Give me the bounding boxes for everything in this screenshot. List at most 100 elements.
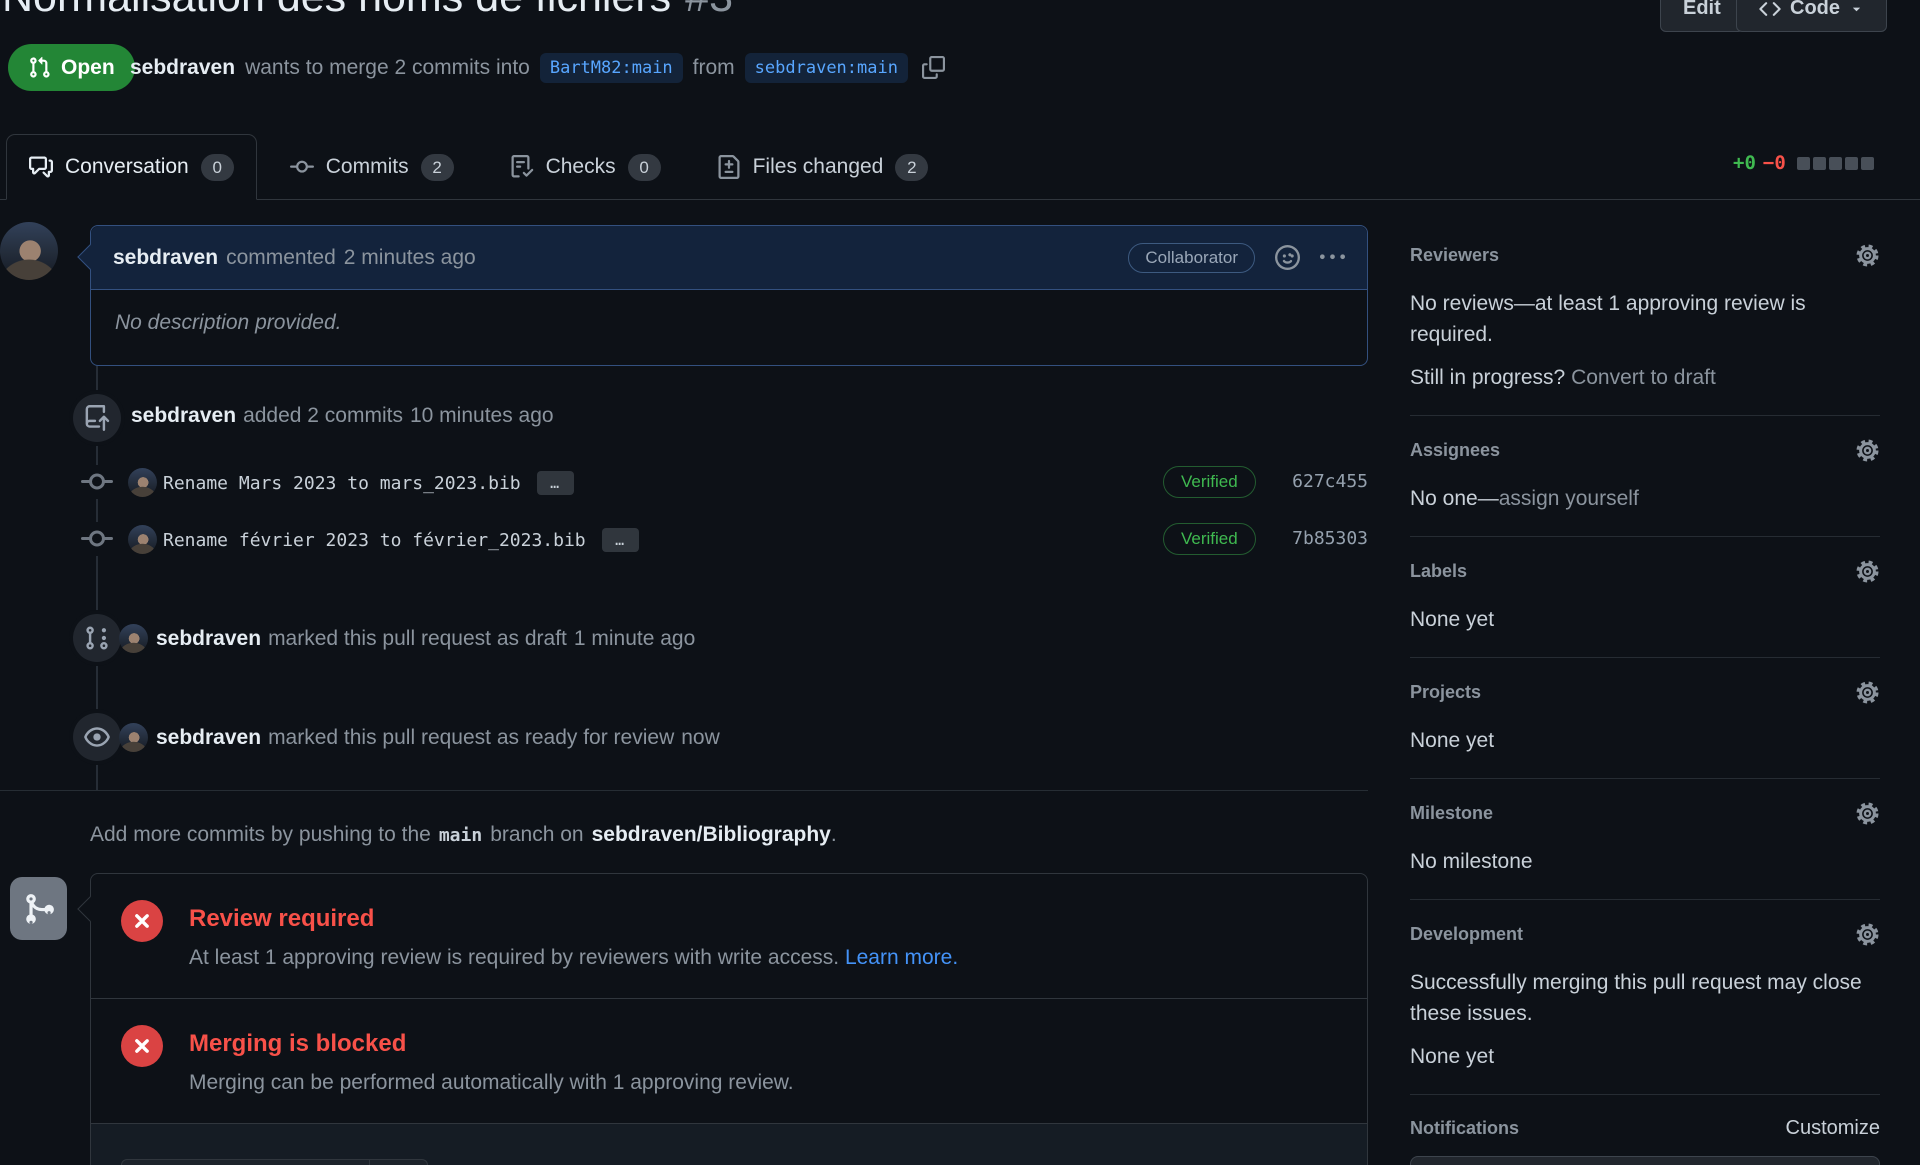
event-timestamp: 1 minute ago xyxy=(574,627,695,651)
commit-row: Rename février 2023 to février_2023.bib … xyxy=(163,528,639,552)
sidebar-section-milestone: Milestone No milestone xyxy=(1410,801,1880,900)
review-required-body: At least 1 approving review is required … xyxy=(189,946,958,970)
branch-code: main xyxy=(439,825,482,846)
commit-message-link[interactable]: Rename Mars 2023 to mars_2023.bib xyxy=(163,473,521,494)
pr-tabnav: Conversation 0 Commits 2 Checks 0 Files … xyxy=(0,134,1920,200)
pr-number: #3 xyxy=(685,0,733,21)
sidebar-section-notifications: Notifications Customize Unsubscribe xyxy=(1410,1117,1880,1165)
gear-icon[interactable] xyxy=(1855,922,1880,947)
commit-row: Rename Mars 2023 to mars_2023.bib … xyxy=(163,471,574,495)
edit-button[interactable]: Edit xyxy=(1660,0,1744,32)
pr-author-link[interactable]: sebdraven xyxy=(130,56,235,80)
pull-request-draft-icon xyxy=(73,614,121,662)
eye-icon xyxy=(73,713,121,761)
copy-icon[interactable] xyxy=(922,56,945,79)
page-title: Normalisation des noms de fichiers#3 xyxy=(2,0,733,22)
comment-body: No description provided. xyxy=(91,290,1367,356)
comment-header: sebdraven commented 2 minutes ago Collab… xyxy=(91,226,1367,290)
tab-commits[interactable]: Commits 2 xyxy=(267,134,477,200)
merge-pull-request-button[interactable]: Merge pull request xyxy=(121,1159,428,1165)
commit-sha-link[interactable]: 7b85303 xyxy=(1287,528,1368,549)
comment-timestamp[interactable]: 2 minutes ago xyxy=(344,246,476,270)
avatar[interactable] xyxy=(0,222,58,280)
tab-checks[interactable]: Checks 0 xyxy=(487,134,684,200)
code-button[interactable]: Code xyxy=(1736,0,1887,32)
diffstat-blocks xyxy=(1797,157,1874,170)
code-icon xyxy=(1759,0,1781,20)
gear-icon[interactable] xyxy=(1855,438,1880,463)
gear-icon[interactable] xyxy=(1855,243,1880,268)
merge-footer: Merge pull request You can also open thi… xyxy=(91,1123,1367,1165)
additions-count: +0 xyxy=(1733,152,1756,174)
commit-sha-link[interactable]: 627c455 xyxy=(1287,471,1368,492)
assign-yourself-link[interactable]: assign yourself xyxy=(1499,487,1639,510)
tab-conversation[interactable]: Conversation 0 xyxy=(6,134,257,200)
x-circle-icon xyxy=(121,1025,163,1067)
merging-blocked-title: Merging is blocked xyxy=(189,1030,794,1058)
timeline-event-ready: sebdraven marked this pull request as re… xyxy=(156,726,720,750)
status-badge: Open xyxy=(8,44,135,91)
customize-link[interactable]: Customize xyxy=(1786,1117,1880,1140)
learn-more-link[interactable]: Learn more. xyxy=(845,946,958,969)
collaborator-badge: Collaborator xyxy=(1128,243,1255,273)
kebab-menu-icon[interactable] xyxy=(1320,245,1345,270)
comment-author-link[interactable]: sebdraven xyxy=(113,246,218,270)
review-required-section: Review required At least 1 approving rev… xyxy=(91,874,1367,998)
checklist-icon xyxy=(510,155,534,179)
timeline-end-divider xyxy=(0,790,1368,791)
repo-link[interactable]: sebdraven/Bibliography xyxy=(592,823,831,847)
event-author-link[interactable]: sebdraven xyxy=(131,404,236,428)
commit-expand-button[interactable]: … xyxy=(602,528,639,552)
diffstat[interactable]: +0 −0 xyxy=(1733,152,1874,174)
sidebar-section-reviewers: Reviewers No reviews—at least 1 approvin… xyxy=(1410,243,1880,416)
push-note: Add more commits by pushing to the main … xyxy=(90,823,837,847)
sidebar-section-projects: Projects None yet xyxy=(1410,680,1880,779)
review-required-title: Review required xyxy=(189,905,958,933)
deletions-count: −0 xyxy=(1763,152,1786,174)
gear-icon[interactable] xyxy=(1855,801,1880,826)
merging-blocked-body: Merging can be performed automatically w… xyxy=(189,1071,794,1095)
merge-options-caret[interactable] xyxy=(369,1160,427,1165)
commit-expand-button[interactable]: … xyxy=(537,471,574,495)
event-avatar[interactable] xyxy=(119,723,148,752)
convert-to-draft-link[interactable]: Convert to draft xyxy=(1571,366,1716,389)
base-branch-label[interactable]: BartM82:main xyxy=(540,53,683,83)
git-commit-icon xyxy=(290,155,314,179)
repo-push-icon xyxy=(73,394,121,442)
pr-summary: sebdraven wants to merge 2 commits into … xyxy=(130,44,945,91)
git-merge-icon xyxy=(10,877,67,940)
sidebar-section-development: Development Successfully merging this pu… xyxy=(1410,922,1880,1095)
chevron-down-icon xyxy=(1849,1,1864,16)
sidebar: Reviewers No reviews—at least 1 approvin… xyxy=(1410,243,1880,1165)
commit-avatar[interactable] xyxy=(128,468,157,497)
pull-request-page: Normalisation des noms de fichiers#3 Edi… xyxy=(0,0,1920,1165)
x-circle-icon xyxy=(121,900,163,942)
event-author-link[interactable]: sebdraven xyxy=(156,726,261,750)
gear-icon[interactable] xyxy=(1855,559,1880,584)
commit-avatar[interactable] xyxy=(128,525,157,554)
tab-files-changed[interactable]: Files changed 2 xyxy=(694,134,952,200)
event-avatar[interactable] xyxy=(119,624,148,653)
event-timestamp: 10 minutes ago xyxy=(410,404,554,428)
git-commit-icon xyxy=(78,522,116,556)
unsubscribe-button[interactable]: Unsubscribe xyxy=(1410,1156,1880,1165)
gear-icon[interactable] xyxy=(1855,680,1880,705)
pr-description-comment: sebdraven commented 2 minutes ago Collab… xyxy=(90,225,1368,366)
tab-counter: 0 xyxy=(201,154,234,181)
event-author-link[interactable]: sebdraven xyxy=(156,627,261,651)
file-diff-icon xyxy=(717,155,741,179)
commit-message-link[interactable]: Rename février 2023 to février_2023.bib xyxy=(163,530,586,551)
tab-counter: 2 xyxy=(421,154,454,181)
merging-blocked-section: Merging is blocked Merging can be perfor… xyxy=(91,998,1367,1123)
event-timestamp: now xyxy=(681,726,720,750)
git-commit-icon xyxy=(78,465,116,499)
tab-counter: 2 xyxy=(895,154,928,181)
verified-badge[interactable]: Verified xyxy=(1163,466,1256,498)
head-branch-label[interactable]: sebdraven:main xyxy=(745,53,908,83)
emoji-reaction-icon[interactable] xyxy=(1275,245,1300,270)
git-pull-request-icon xyxy=(28,56,51,79)
tab-counter: 0 xyxy=(628,154,661,181)
timeline-event-draft: sebdraven marked this pull request as dr… xyxy=(156,627,695,651)
comment-discussion-icon xyxy=(29,155,53,179)
verified-badge[interactable]: Verified xyxy=(1163,523,1256,555)
